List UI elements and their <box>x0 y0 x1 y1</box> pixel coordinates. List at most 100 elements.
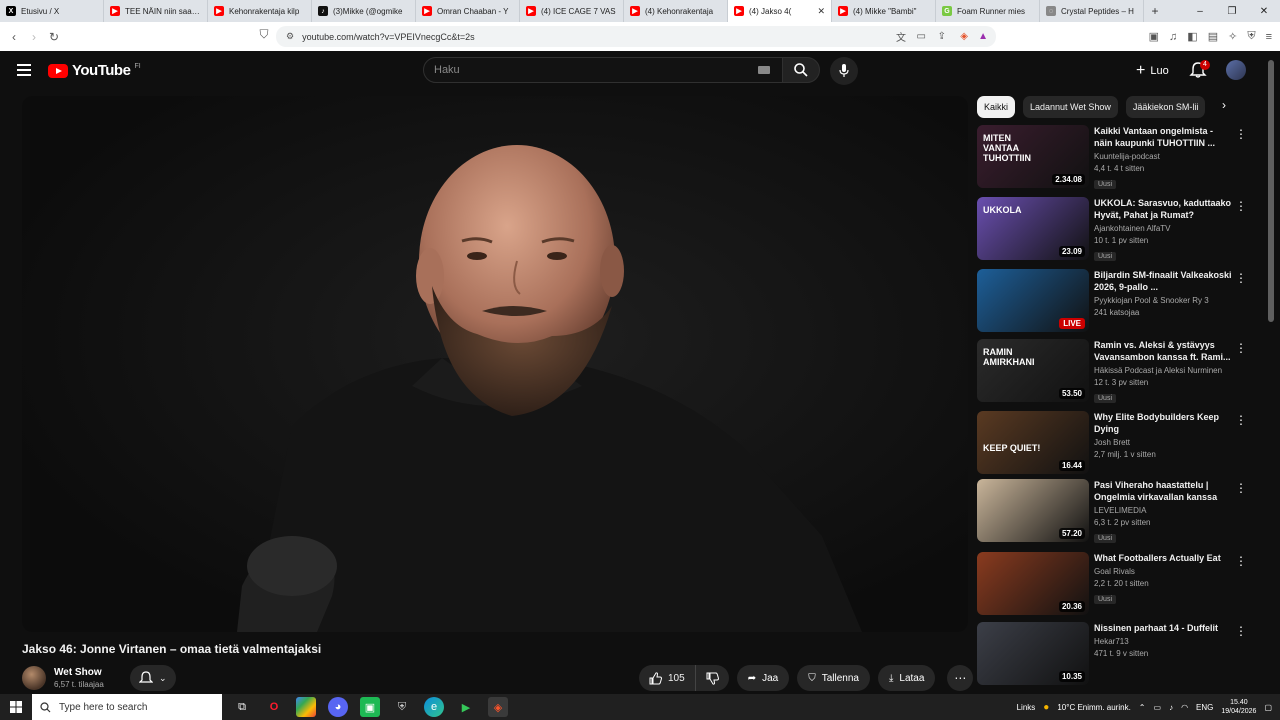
clock[interactable]: 15.40 19/04/2026 <box>1221 698 1256 716</box>
download-button[interactable]: ⤓ Lataa <box>877 665 936 691</box>
channel-avatar[interactable] <box>22 666 46 690</box>
tab-close-icon[interactable]: ✕ <box>817 6 825 17</box>
recommendation-title[interactable]: What Footballers Actually Eat <box>1094 552 1234 564</box>
recommendation-title[interactable]: Biljardin SM-finaalit Valkeakoski 2026, … <box>1094 269 1234 293</box>
video-thumbnail[interactable]: 10.35 <box>977 622 1089 685</box>
browser-tab[interactable]: X Etusivu / X <box>0 0 104 22</box>
recommendation-item[interactable]: UKKOLA 23.09 UKKOLA: Sarasvuo, kaduttaako … <box>977 197 1257 261</box>
links-toolbar[interactable]: Links <box>1017 703 1036 712</box>
browser-tab[interactable]: ▶ (4) Kehonrakentaja <box>624 0 728 22</box>
browser-tab[interactable]: ▶ (4) ICE CAGE 7 VAS <box>520 0 624 22</box>
more-options-icon[interactable]: ⋮ <box>1235 341 1247 355</box>
taskbar-search-input[interactable]: Type here to search <box>32 694 222 720</box>
opera-icon[interactable]: O <box>264 697 284 717</box>
sidebar-icon[interactable]: ◧ <box>1187 30 1197 43</box>
browser-tab[interactable]: G Foam Runner mies <box>936 0 1040 22</box>
green-app-icon[interactable]: ▣ <box>360 697 380 717</box>
chip-uploader[interactable]: Ladannut Wet Show <box>1023 96 1118 118</box>
task-view-icon[interactable]: ⧉ <box>232 697 252 717</box>
vpn-icon[interactable]: ⛨ <box>1247 30 1255 43</box>
channel-name[interactable]: Wet Show <box>54 667 104 678</box>
shield-app-icon[interactable]: ⛨ <box>392 697 412 717</box>
account-avatar[interactable] <box>1226 60 1246 80</box>
video-thumbnail[interactable]: MITEN VANTAA TUHOTTIIN 2.34.08 <box>977 125 1089 188</box>
recommendation-item[interactable]: 10.35 Nissinen parhaat 14 - Duffelit Hekar… <box>977 622 1257 686</box>
more-options-icon[interactable]: ⋮ <box>1235 624 1247 638</box>
video-thumbnail[interactable]: UKKOLA 23.09 <box>977 197 1089 260</box>
menu-icon[interactable]: ≡ <box>1266 31 1272 43</box>
video-thumbnail[interactable]: KEEP QUIET! 16.44 <box>977 411 1089 474</box>
recommendation-channel[interactable]: LEVELIMEDIA <box>1094 506 1234 515</box>
chevron-right-icon[interactable]: › <box>1222 98 1226 112</box>
tray-chevron-icon[interactable]: ⌃ <box>1139 703 1146 712</box>
share-page-icon[interactable]: ⇪ <box>938 31 946 42</box>
close-window-icon[interactable]: ✕ <box>1248 0 1280 22</box>
browser-tab[interactable]: ▶ (4) Mikke "Bambi" <box>832 0 936 22</box>
translate-icon[interactable]: 文 <box>896 29 906 44</box>
browser-tab[interactable]: ▶ (4) Jakso 4(✕ <box>728 0 832 22</box>
share-button[interactable]: ➦ Jaa <box>736 665 790 691</box>
network-icon[interactable]: ▭ <box>1154 703 1162 712</box>
wifi-icon[interactable]: ◠ <box>1181 703 1188 712</box>
site-info-icon[interactable]: ⚙ <box>286 31 294 42</box>
leo-icon[interactable]: ✧ <box>1228 30 1237 43</box>
edge-icon[interactable]: e <box>424 697 444 717</box>
language-indicator[interactable]: ENG <box>1196 703 1213 712</box>
more-options-icon[interactable]: ⋮ <box>1235 554 1247 568</box>
forward-icon[interactable]: › <box>24 30 44 44</box>
brave-shield-icon[interactable]: ◈ <box>960 31 968 42</box>
windows-start-button[interactable] <box>0 701 32 713</box>
recommendation-title[interactable]: Nissinen parhaat 14 - Duffelit <box>1094 622 1234 634</box>
dislike-button[interactable] <box>696 665 729 691</box>
browser-tab[interactable]: ▶ Omran Chaaban - Y <box>416 0 520 22</box>
reload-icon[interactable]: ↻ <box>44 30 64 44</box>
url-field[interactable]: ⚙ youtube.com/watch?v=VPEIVnecgCc&t=2s 文… <box>276 26 996 47</box>
recommendation-title[interactable]: UKKOLA: Sarasvuo, kaduttaako Hyvät, Paha… <box>1094 197 1234 221</box>
cast-icon[interactable]: ▭ <box>917 31 926 42</box>
extension-icon[interactable]: ▣ <box>1149 30 1159 43</box>
recommendation-channel[interactable]: Kuuntelija-podcast <box>1094 152 1234 161</box>
maximize-icon[interactable]: ❐ <box>1216 0 1248 22</box>
chip-all[interactable]: Kaikki <box>977 96 1016 118</box>
create-button[interactable]: + Luo <box>1126 59 1179 83</box>
youtube-logo[interactable]: YouTube FI <box>48 62 141 79</box>
video-thumbnail[interactable]: RAMIN AMIRKHANI 53.50 <box>977 339 1089 402</box>
recommendation-channel[interactable]: Ajankohtainen AlfaTV <box>1094 224 1234 233</box>
save-button[interactable]: ⛉ Tallenna <box>797 665 870 691</box>
recommendation-item[interactable]: KEEP QUIET! 16.44 Why Elite Bodybuilders K… <box>977 411 1257 475</box>
more-options-icon[interactable]: ⋮ <box>1235 271 1247 285</box>
recommendation-title[interactable]: Pasi Viheraho haastattelu | Ongelmia vir… <box>1094 479 1234 503</box>
more-actions-button[interactable]: ⋯ <box>947 665 974 691</box>
subscription-bell-button[interactable]: ⌄ <box>129 665 176 691</box>
brave-icon[interactable]: ◈ <box>488 697 508 717</box>
media-icon[interactable]: ♫ <box>1169 31 1177 43</box>
keyboard-icon[interactable] <box>758 66 770 74</box>
recommendation-title[interactable]: Why Elite Bodybuilders Keep Dying <box>1094 411 1234 435</box>
browser-tab[interactable]: ▶ TEE NÄIN niin saat F <box>104 0 208 22</box>
search-input[interactable]: Haku <box>423 57 783 83</box>
voice-search-button[interactable] <box>830 57 858 85</box>
more-options-icon[interactable]: ⋮ <box>1235 413 1247 427</box>
recommendation-channel[interactable]: Pyykkiojan Pool & Snooker Ry 3 <box>1094 296 1234 305</box>
volume-icon[interactable]: ♪ <box>1169 703 1173 712</box>
recommendation-channel[interactable]: Goal Rivals <box>1094 567 1234 576</box>
like-button[interactable]: 105 <box>639 665 696 691</box>
video-thumbnail[interactable]: 20.36 <box>977 552 1089 615</box>
media-player-icon[interactable]: ▶ <box>456 697 476 717</box>
recommendation-item[interactable]: RAMIN AMIRKHANI 53.50 Ramin vs. Aleksi & y… <box>977 339 1257 403</box>
recommendation-title[interactable]: Ramin vs. Aleksi & ystävyys Vavansambon … <box>1094 339 1234 363</box>
discord-icon[interactable]: ◕ <box>328 697 348 717</box>
recommendation-item[interactable]: MITEN VANTAA TUHOTTIIN 2.34.08 Kaikki Vant… <box>977 125 1257 189</box>
recommendation-title[interactable]: Kaikki Vantaan ongelmista - näin kaupunk… <box>1094 125 1234 149</box>
browser-tab[interactable]: ▶ Kehonrakentaja kilp <box>208 0 312 22</box>
more-options-icon[interactable]: ⋮ <box>1235 127 1247 141</box>
recommendation-channel[interactable]: Häkissä Podcast ja Aleksi Nurminen <box>1094 366 1234 375</box>
video-player[interactable] <box>22 96 968 632</box>
search-button[interactable] <box>782 57 820 83</box>
browser-tab[interactable]: ◌ Crystal Peptides – H <box>1040 0 1144 22</box>
weather-text[interactable]: 10°C Enimm. aurink. <box>1057 703 1130 712</box>
browser-tab[interactable]: ♪ (3)Mikke (@ogmike <box>312 0 416 22</box>
menu-hamburger-icon[interactable] <box>17 64 31 79</box>
minimize-icon[interactable]: – <box>1184 0 1216 22</box>
bookmark-icon[interactable]: ⛉ <box>254 27 274 42</box>
